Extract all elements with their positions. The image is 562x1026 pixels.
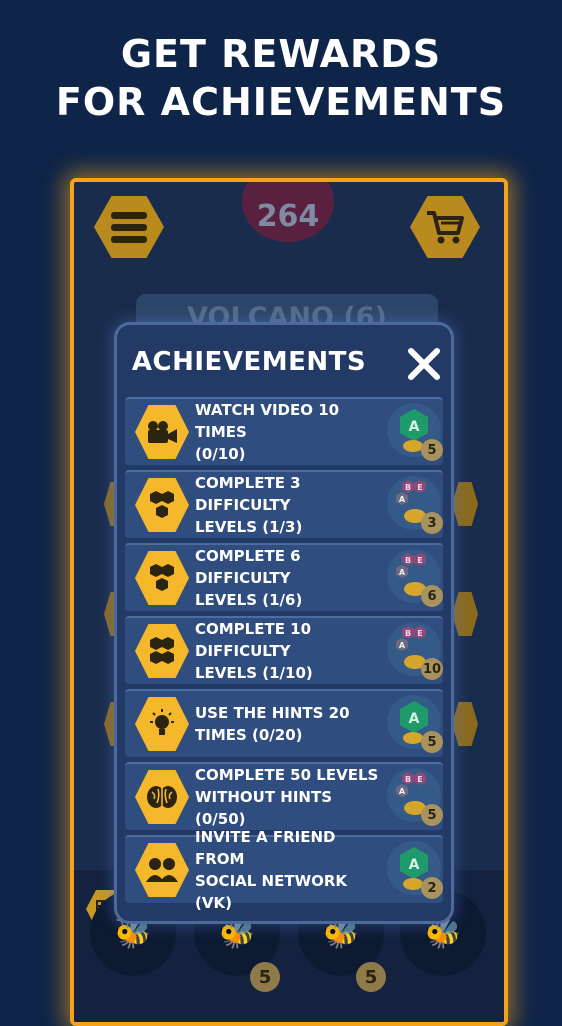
score-bubble: 264: [242, 182, 334, 242]
achievement-icon-hex: [135, 624, 189, 678]
reward-avatar: B E A 5: [387, 768, 443, 826]
score-value: 264: [256, 199, 320, 234]
reward-avatar: A 5: [387, 695, 443, 753]
achievement-text: COMPLETE 6 DIFFICULTY LEVELS (1/6): [195, 547, 303, 609]
count-badge: 5: [250, 962, 280, 992]
achievement-row[interactable]: COMPLETE 3 DIFFICULTY LEVELS (1/3) B E A …: [125, 470, 443, 538]
hexagon-cluster-icon: [150, 637, 174, 664]
reward-count: 2: [421, 877, 443, 899]
achievement-text: WATCH VIDEO 10 TIMES (0/10): [195, 401, 340, 463]
svg-text:A: A: [399, 641, 406, 650]
svg-text:B: B: [405, 775, 411, 784]
close-button[interactable]: [405, 345, 443, 383]
achievement-icon-hex: [135, 770, 189, 824]
hexagon-cluster-icon: [150, 564, 174, 591]
achievement-row[interactable]: USE THE HINTS 20 TIMES (0/20) A 5: [125, 689, 443, 757]
reward-count: 5: [421, 731, 443, 753]
svg-text:A: A: [399, 495, 406, 504]
close-x-icon: [408, 348, 440, 380]
lightbulb-icon: [150, 709, 174, 735]
menu-button[interactable]: [94, 196, 164, 258]
achievement-text: INVITE A FRIEND FROM SOCIAL NETWORK (VK): [195, 828, 348, 912]
svg-text:B: B: [405, 483, 411, 492]
reward-count: 3: [421, 512, 443, 534]
achievement-icon-hex: [135, 405, 189, 459]
svg-text:E: E: [417, 775, 422, 784]
svg-text:A: A: [409, 419, 420, 435]
reward-avatar: A 2: [387, 841, 443, 899]
promo-headline: GET REWARDS FOR ACHIEVEMENTS: [0, 30, 562, 126]
reward-avatar: B E A 3: [387, 476, 443, 534]
modal-title: ACHIEVEMENTS: [131, 347, 367, 377]
svg-text:E: E: [417, 629, 422, 638]
achievement-icon-hex: [135, 843, 189, 897]
achievements-modal: ACHIEVEMENTS WATCH VIDEO 10 TIMES(0/10): [114, 322, 454, 924]
svg-text:A: A: [399, 787, 406, 796]
svg-text:A: A: [409, 857, 420, 873]
side-hex-right: [452, 482, 478, 526]
video-camera-icon: [148, 421, 177, 443]
achievement-row[interactable]: COMPLETE 6 DIFFICULTY LEVELS (1/6) B E A …: [125, 543, 443, 611]
side-hex-right: [452, 702, 478, 746]
friends-icon: [146, 858, 178, 882]
achievement-text: USE THE HINTS 20 TIMES (0/20): [195, 704, 350, 744]
achievement-icon-hex: [135, 478, 189, 532]
shop-button[interactable]: [410, 196, 480, 258]
achievement-row[interactable]: INVITE A FRIEND FROM SOCIAL NETWORK (VK) …: [125, 828, 443, 912]
hamburger-icon: [111, 207, 147, 248]
svg-text:A: A: [409, 711, 420, 727]
promo-line-1: GET REWARDS: [120, 32, 442, 76]
achievement-icon-hex: [135, 697, 189, 751]
cart-icon: [427, 211, 464, 244]
svg-text:B: B: [405, 629, 411, 638]
achievement-text: COMPLETE 3 DIFFICULTY LEVELS (1/3): [195, 474, 303, 536]
reward-count: 6: [421, 585, 443, 607]
count-badge: 5: [356, 962, 386, 992]
achievement-text: COMPLETE 50 LEVELS WITHOUT HINTS (0/50): [195, 766, 379, 828]
svg-text:A: A: [399, 568, 406, 577]
reward-count: 5: [421, 439, 443, 461]
achievement-row[interactable]: COMPLETE 50 LEVELS WITHOUT HINTS (0/50) B…: [125, 762, 443, 830]
svg-text:B: B: [405, 556, 411, 565]
reward-count: 5: [421, 804, 443, 826]
reward-avatar: B E A 10: [387, 622, 443, 680]
svg-text:E: E: [417, 556, 422, 565]
svg-text:E: E: [417, 483, 422, 492]
achievement-list: WATCH VIDEO 10 TIMES (0/10) A 5 COMPLETE…: [125, 397, 443, 912]
achievement-row[interactable]: WATCH VIDEO 10 TIMES (0/10) A 5: [125, 397, 443, 465]
side-hex-right: [452, 592, 478, 636]
reward-avatar: A 5: [387, 403, 443, 461]
achievement-row[interactable]: COMPLETE 10 DIFFICULTY LEVELS (1/10) B E …: [125, 616, 443, 684]
reward-count: 10: [421, 658, 443, 680]
promo-line-2: FOR ACHIEVEMENTS: [55, 80, 507, 124]
reward-avatar: B E A 6: [387, 549, 443, 607]
brain-icon: [147, 786, 177, 808]
achievement-text: COMPLETE 10 DIFFICULTY LEVELS (1/10): [195, 620, 313, 682]
achievement-icon-hex: [135, 551, 189, 605]
hexagon-cluster-icon: [150, 491, 174, 518]
